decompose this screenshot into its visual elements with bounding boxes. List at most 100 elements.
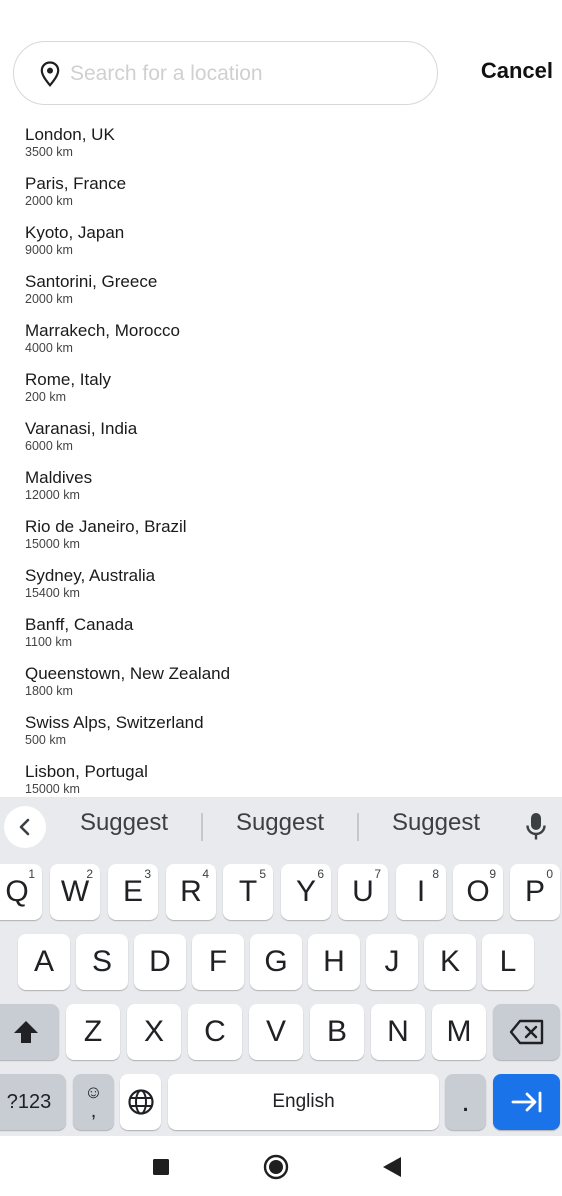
- key-d[interactable]: D: [134, 934, 186, 990]
- key-label: O: [466, 875, 490, 908]
- action-key[interactable]: [493, 1074, 560, 1130]
- list-item[interactable]: Sydney, Australia 15400 km: [0, 563, 562, 612]
- key-b[interactable]: B: [310, 1004, 364, 1060]
- key-h[interactable]: H: [308, 934, 360, 990]
- list-item[interactable]: Rome, Italy 200 km: [0, 367, 562, 416]
- key-hint: 9: [489, 867, 496, 881]
- location-name: Marrakech, Morocco: [25, 321, 180, 340]
- location-distance: 9000 km: [25, 243, 73, 257]
- square-icon[interactable]: [152, 1158, 170, 1176]
- results-list: London, UK 3500 km Paris, France 2000 km K…: [0, 122, 562, 808]
- key-label: R: [180, 875, 202, 908]
- key-hint: 6: [317, 867, 324, 881]
- location-name: Banff, Canada: [25, 615, 134, 634]
- microphone-icon[interactable]: [524, 811, 548, 843]
- location-distance: 1800 km: [25, 684, 73, 698]
- key-t[interactable]: T5: [223, 864, 273, 920]
- key-label: V: [265, 1015, 286, 1048]
- key-s[interactable]: S: [76, 934, 128, 990]
- location-pin-icon: [40, 61, 60, 87]
- list-item[interactable]: Paris, France 2000 km: [0, 171, 562, 220]
- key-l[interactable]: L: [482, 934, 534, 990]
- search-input[interactable]: [70, 56, 420, 92]
- key-x[interactable]: X: [127, 1004, 181, 1060]
- key-label: W: [60, 875, 90, 908]
- key-label: Q: [5, 875, 29, 908]
- list-item[interactable]: Swiss Alps, Switzerland 500 km: [0, 710, 562, 759]
- delete-key[interactable]: [493, 1004, 560, 1060]
- triangle-back-icon[interactable]: [382, 1156, 402, 1178]
- emoji-icon: ☺: [84, 1082, 103, 1102]
- chevron-left-icon: [19, 818, 30, 836]
- shift-key[interactable]: [0, 1004, 59, 1060]
- suggestion-1[interactable]: Suggest: [49, 809, 199, 837]
- list-item[interactable]: Kyoto, Japan 9000 km: [0, 220, 562, 269]
- key-g[interactable]: G: [250, 934, 302, 990]
- location-name: Lisbon, Portugal: [25, 762, 148, 781]
- location-name: Kyoto, Japan: [25, 223, 125, 242]
- key-v[interactable]: V: [249, 1004, 303, 1060]
- suggestion-2[interactable]: Suggest: [205, 809, 355, 837]
- list-item[interactable]: Santorini, Greece 2000 km: [0, 269, 562, 318]
- list-item[interactable]: Maldives 12000 km: [0, 465, 562, 514]
- location-distance: 2000 km: [25, 292, 73, 306]
- key-hint: 0: [546, 867, 553, 881]
- key-label: Y: [295, 875, 316, 908]
- key-label: H: [323, 945, 345, 978]
- list-item[interactable]: London, UK 3500 km: [0, 122, 562, 171]
- cancel-button[interactable]: Cancel: [481, 58, 553, 84]
- location-distance: 200 km: [25, 390, 66, 404]
- key-label: I: [416, 875, 426, 908]
- key-label: F: [208, 945, 228, 978]
- search-box[interactable]: [13, 41, 438, 105]
- key-i[interactable]: I8: [396, 864, 446, 920]
- key-n[interactable]: N: [371, 1004, 425, 1060]
- key-label: D: [149, 945, 171, 978]
- location-distance: 15000 km: [25, 782, 80, 796]
- key-label: E: [122, 875, 143, 908]
- suggestion-back-button[interactable]: [4, 806, 46, 848]
- key-label: X: [143, 1015, 164, 1048]
- key-r[interactable]: R4: [166, 864, 216, 920]
- language-key[interactable]: [120, 1074, 161, 1130]
- key-label: B: [326, 1015, 347, 1048]
- key-w[interactable]: W2: [50, 864, 100, 920]
- period-key[interactable]: .: [445, 1074, 486, 1130]
- tab-arrow-icon: [511, 1091, 541, 1113]
- key-label: English: [272, 1091, 335, 1112]
- key-j[interactable]: J: [366, 934, 418, 990]
- key-q[interactable]: Q1: [0, 864, 42, 920]
- list-item[interactable]: Banff, Canada 1100 km: [0, 612, 562, 661]
- key-c[interactable]: C: [188, 1004, 242, 1060]
- list-item[interactable]: Rio de Janeiro, Brazil 15000 km: [0, 514, 562, 563]
- location-name: Santorini, Greece: [25, 272, 158, 291]
- list-item[interactable]: Queenstown, New Zealand 1800 km: [0, 661, 562, 710]
- suggestion-3[interactable]: Suggest: [361, 809, 511, 837]
- key-label: J: [384, 945, 400, 978]
- list-item[interactable]: Varanasi, India 6000 km: [0, 416, 562, 465]
- key-m[interactable]: M: [432, 1004, 486, 1060]
- key-y[interactable]: Y6: [281, 864, 331, 920]
- space-key[interactable]: English: [168, 1074, 439, 1130]
- location-distance: 15400 km: [25, 586, 80, 600]
- key-o[interactable]: O9: [453, 864, 503, 920]
- location-distance: 2000 km: [25, 194, 73, 208]
- key-e[interactable]: E3: [108, 864, 158, 920]
- key-p[interactable]: P0: [510, 864, 560, 920]
- key-a[interactable]: A: [18, 934, 70, 990]
- location-name: Sydney, Australia: [25, 566, 156, 585]
- key-label: U: [352, 875, 374, 908]
- symbols-key[interactable]: ?123: [0, 1074, 66, 1130]
- location-distance: 500 km: [25, 733, 66, 747]
- key-label: K: [439, 945, 460, 978]
- key-k[interactable]: K: [424, 934, 476, 990]
- key-u[interactable]: U7: [338, 864, 388, 920]
- key-f[interactable]: F: [192, 934, 244, 990]
- shift-arrow-icon: [13, 1021, 38, 1043]
- location-distance: 12000 km: [25, 488, 80, 502]
- circle-icon[interactable]: [263, 1154, 289, 1180]
- emoji-comma-key[interactable]: ☺ ,: [73, 1074, 114, 1130]
- location-distance: 1100 km: [25, 635, 73, 649]
- list-item[interactable]: Marrakech, Morocco 4000 km: [0, 318, 562, 367]
- key-z[interactable]: Z: [66, 1004, 120, 1060]
